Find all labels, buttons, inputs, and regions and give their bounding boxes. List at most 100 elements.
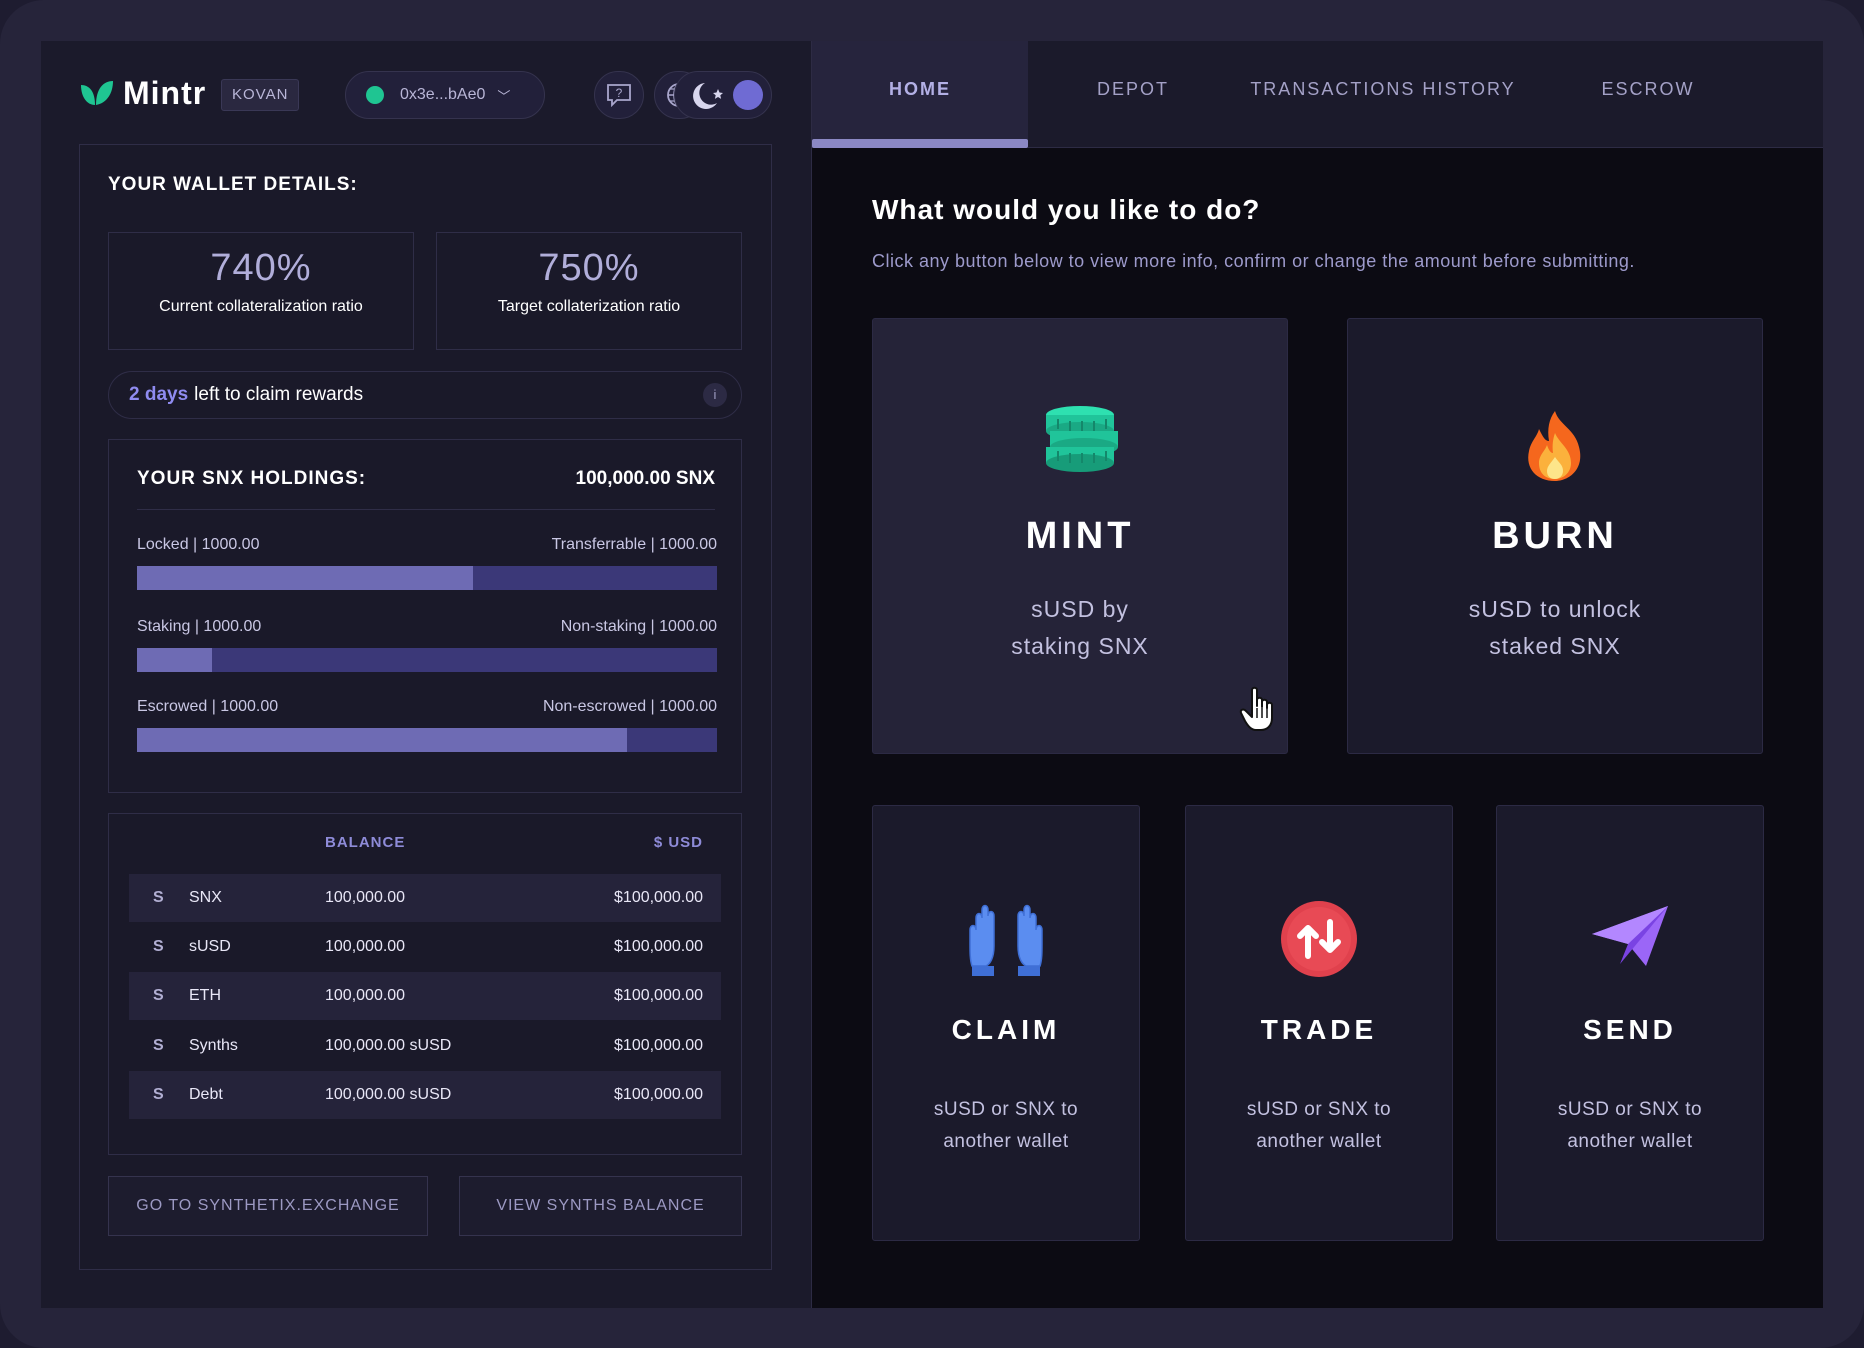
progress-bar — [137, 648, 717, 672]
asset-balance: 100,000.00 sUSD — [325, 1037, 452, 1054]
tab-transactions-history[interactable]: TRANSACTIONS HISTORY — [1238, 41, 1528, 148]
synth-icon: S — [153, 1086, 164, 1103]
tab-label: TRANSACTIONS HISTORY — [1250, 79, 1516, 99]
wallet-sidebar: Mintr KOVAN 0x3e...bAe0 ﹀ ? YOUR WALLET … — [41, 41, 812, 1308]
table-row: S SNX 100,000.00 $100,000.00 — [129, 874, 721, 922]
action-description-line: sUSD to unlock — [1468, 596, 1642, 622]
action-description-line: staking SNX — [1011, 633, 1149, 659]
balance-column-header: BALANCE — [325, 834, 406, 851]
device-frame: Mintr KOVAN 0x3e...bAe0 ﹀ ? YOUR WALLET … — [0, 0, 1864, 1348]
claim-action-card[interactable]: CLAIM sUSD or SNX to another wallet — [872, 805, 1140, 1241]
progress-fill — [137, 648, 213, 672]
page-title: What would you like to do? — [872, 194, 1261, 225]
home-content: What would you like to do? Click any but… — [812, 148, 1823, 1308]
view-synths-balance-button[interactable]: VIEW SYNTHS BALANCE — [459, 1176, 742, 1236]
staking-bar-row: Staking | 1000.00 Non-staking | 1000.00 — [137, 618, 717, 678]
action-description-line: another wallet — [943, 1131, 1069, 1152]
leaf-logo-icon — [81, 80, 113, 105]
action-description: sUSD or SNX to another wallet — [1497, 1094, 1763, 1158]
holdings-header: YOUR SNX HOLDINGS: 100,000.00 SNX — [137, 466, 715, 510]
top-bar: Mintr KOVAN 0x3e...bAe0 ﹀ ? — [41, 41, 812, 146]
asset-balance: 100,000.00 — [325, 938, 406, 955]
synth-icon: S — [153, 987, 164, 1004]
fire-icon — [1528, 411, 1581, 481]
table-row: S sUSD 100,000.00 $100,000.00 — [129, 923, 721, 971]
mint-action-card[interactable]: MINT sUSD by staking SNX — [872, 318, 1288, 754]
asset-usd: $100,000.00 — [614, 1086, 703, 1103]
snx-holdings-panel: YOUR SNX HOLDINGS: 100,000.00 SNX Locked… — [108, 439, 742, 793]
help-button[interactable]: ? — [594, 71, 644, 119]
theme-toggle[interactable] — [674, 71, 772, 119]
action-title: SEND — [1583, 1014, 1677, 1045]
action-description-line: sUSD or SNX to — [1246, 1099, 1392, 1120]
page-subtitle: Click any button below to view more info… — [872, 251, 1635, 271]
swap-arrows-icon — [1281, 901, 1357, 977]
asset-balance: 100,000.00 sUSD — [325, 1086, 452, 1103]
bar-label-left: Locked | 1000.00 — [137, 536, 260, 553]
asset-name: SNX — [189, 889, 222, 906]
action-description-line: sUSD by — [1031, 596, 1129, 622]
rewards-days: 2 days — [129, 384, 189, 405]
hands-icon — [969, 904, 1043, 976]
bar-label-right: Non-escrowed | 1000.00 — [542, 698, 717, 715]
escrow-bar-row: Escrowed | 1000.00 Non-escrowed | 1000.0… — [137, 698, 717, 758]
synth-icon: S — [153, 938, 164, 955]
asset-usd: $100,000.00 — [614, 938, 703, 955]
table-row: S Debt 100,000.00 sUSD $100,000.00 — [129, 1071, 721, 1119]
action-title: TRADE — [1260, 1014, 1378, 1045]
hand-cursor-icon — [1239, 686, 1273, 731]
burn-action-card[interactable]: BURN sUSD to unlock staked SNX — [1347, 318, 1763, 754]
action-description-line: another wallet — [1256, 1131, 1382, 1152]
help-chat-icon: ? — [607, 84, 631, 107]
balances-table: BALANCE $ USD S SNX 100,000.00 $100,000.… — [108, 813, 742, 1155]
go-to-exchange-button[interactable]: GO TO SYNTHETIX.EXCHANGE — [108, 1176, 428, 1236]
action-description: sUSD or SNX to another wallet — [873, 1094, 1139, 1158]
table-row: S Synths 100,000.00 sUSD $100,000.00 — [129, 1022, 721, 1070]
asset-usd: $100,000.00 — [614, 889, 703, 906]
action-description-line: sUSD or SNX to — [1557, 1099, 1703, 1120]
chevron-down-icon: ﹀ — [497, 88, 511, 104]
rewards-countdown: 2 days left to claim rewards i — [108, 371, 742, 419]
app-screen: Mintr KOVAN 0x3e...bAe0 ﹀ ? YOUR WALLET … — [41, 41, 1823, 1308]
target-ratio-value: 750% — [538, 247, 640, 289]
tab-label: HOME — [889, 79, 951, 99]
asset-balance: 100,000.00 — [325, 889, 406, 906]
progress-bar — [137, 566, 717, 590]
locked-bar-row: Locked | 1000.00 Transferrable | 1000.00 — [137, 536, 717, 596]
progress-fill — [137, 566, 474, 590]
target-ratio-label: Target collaterization ratio — [497, 298, 681, 315]
asset-name: ETH — [189, 987, 221, 1004]
usd-column-header: $ USD — [653, 834, 703, 851]
tab-depot[interactable]: DEPOT — [1028, 41, 1238, 148]
action-description-line: another wallet — [1567, 1131, 1693, 1152]
paper-plane-icon — [1592, 906, 1668, 966]
bar-label-left: Escrowed | 1000.00 — [137, 698, 279, 715]
logo[interactable]: Mintr — [79, 75, 206, 112]
holdings-total: 100,000.00 SNX — [575, 468, 715, 489]
action-title: CLAIM — [951, 1014, 1061, 1045]
active-tab-indicator — [812, 139, 1028, 148]
main-tabs: HOME DEPOT TRANSACTIONS HISTORY ESCROW — [812, 41, 1823, 148]
tab-home[interactable]: HOME — [812, 41, 1028, 148]
tab-label: DEPOT — [1096, 79, 1169, 99]
asset-usd: $100,000.00 — [614, 987, 703, 1004]
rewards-text: left to claim rewards — [194, 384, 364, 405]
bar-label-right: Transferrable | 1000.00 — [551, 536, 717, 553]
tab-escrow[interactable]: ESCROW — [1528, 41, 1768, 148]
wallet-details-title: YOUR WALLET DETAILS: — [108, 174, 358, 195]
action-description-line: sUSD or SNX to — [933, 1099, 1079, 1120]
holdings-title: YOUR SNX HOLDINGS: — [137, 468, 367, 489]
action-title: MINT — [1025, 515, 1135, 557]
asset-name: Synths — [189, 1037, 238, 1054]
wallet-selector[interactable]: 0x3e...bAe0 ﹀ — [345, 71, 545, 119]
coins-icon — [1046, 406, 1118, 472]
asset-usd: $100,000.00 — [614, 1037, 703, 1054]
moon-stars-icon — [693, 83, 723, 109]
synth-icon: S — [153, 889, 164, 906]
wallet-details-card: YOUR WALLET DETAILS: 740% Current collat… — [79, 144, 772, 1270]
info-icon[interactable]: i — [703, 383, 727, 407]
action-description: sUSD to unlock staked SNX — [1348, 591, 1762, 665]
trade-action-card[interactable]: TRADE sUSD or SNX to another wallet — [1185, 805, 1453, 1241]
send-action-card[interactable]: SEND sUSD or SNX to another wallet — [1496, 805, 1764, 1241]
logo-text: Mintr — [123, 75, 207, 111]
